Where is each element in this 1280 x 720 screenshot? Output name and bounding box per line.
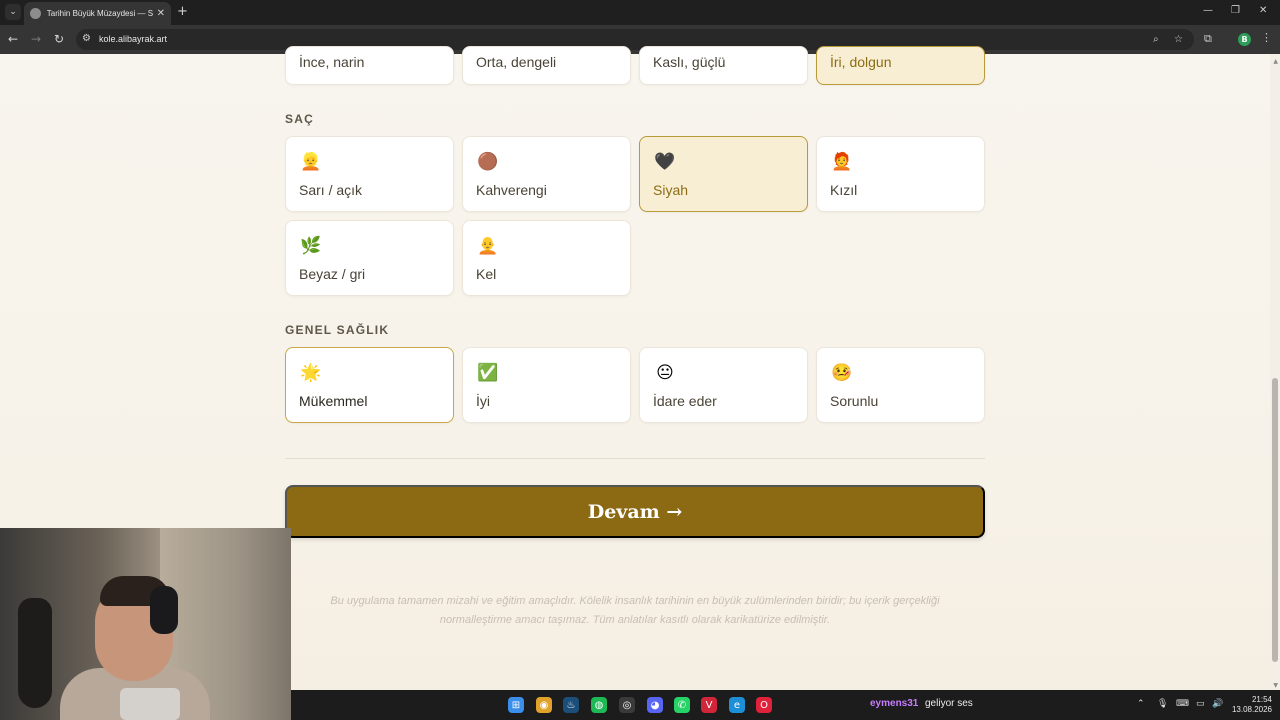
option-label: Sarı / açık [299, 182, 363, 198]
option-label: Orta, dengeli [476, 54, 557, 70]
section-divider [285, 458, 985, 459]
body-option-card[interactable]: Orta, dengeli [462, 46, 631, 85]
guitar-shape [18, 598, 52, 708]
kebab-menu-icon[interactable]: ⋮ [1261, 31, 1272, 44]
speaker-icon[interactable]: 🔊 [1212, 699, 1223, 709]
option-label: Kahverengi [476, 182, 547, 198]
url-text[interactable]: kole.alibayrak.art [99, 34, 167, 44]
section-title-hair: SAÇ [285, 112, 314, 126]
option-label: Siyah [653, 182, 689, 198]
option-label: Beyaz / gri [299, 266, 366, 282]
keyboard-icon[interactable]: ⌨ [1176, 699, 1189, 709]
windows-start-icon[interactable]: ⊞ [508, 697, 524, 713]
webcam-overlay [0, 528, 291, 720]
clock-time: 21:54 [1251, 695, 1272, 704]
valorant-icon[interactable]: V [701, 697, 717, 713]
monitor-icon[interactable]: ▭ [1196, 699, 1205, 709]
tune-icon[interactable]: ⚙ [82, 33, 91, 44]
reload-icon[interactable]: ↻ [54, 32, 64, 46]
tab-list-button[interactable]: ⌄ [5, 4, 21, 20]
browser-tab-bar: ⌄ Tarihin Büyük Müzaydesi — Se... ✕ + — … [0, 0, 1280, 25]
continue-button[interactable]: Devam → [285, 485, 985, 538]
puzzle-icon[interactable]: ⧉ [1204, 32, 1212, 46]
steam-icon[interactable]: ♨ [563, 697, 579, 713]
opera-icon[interactable]: O [756, 697, 772, 713]
health-option-card-selected[interactable]: 🌟 Mükemmel [285, 347, 454, 423]
option-label: Kızıl [830, 182, 858, 198]
obs-icon[interactable]: ◎ [619, 697, 635, 713]
star-glow-icon: 🌟 [300, 362, 322, 383]
profile-avatar[interactable]: B [1238, 33, 1251, 46]
body-option-card[interactable]: Kaslı, güçlü [639, 46, 808, 85]
star-icon[interactable]: ☆ [1174, 34, 1183, 45]
arrow-left-icon[interactable]: ← [8, 32, 18, 46]
hair-option-card[interactable]: 🌿 Beyaz / gri [285, 220, 454, 296]
option-label: İri, dolgun [830, 54, 892, 70]
windows-taskbar [291, 690, 1280, 720]
blond-person-icon: 👱 [300, 151, 322, 172]
body-option-card-selected[interactable]: İri, dolgun [816, 46, 985, 85]
health-option-card[interactable]: 😐 İdare eder [639, 347, 808, 423]
herb-icon: 🌿 [300, 235, 322, 256]
disclaimer-line: normalleştirme amacı taşımaz. Tüm anlatı… [439, 614, 831, 626]
system-clock[interactable]: 21:54 13.08.2026 [1228, 695, 1272, 715]
hair-option-card-selected[interactable]: 🖤 Siyah [639, 136, 808, 212]
option-label: İnce, narin [299, 54, 365, 70]
scroll-up-arrow-icon[interactable]: ▲ [1273, 58, 1278, 65]
chat-username: eymens31 [870, 698, 919, 709]
tab-title: Tarihin Büyük Müzaydesi — Se... [46, 9, 153, 18]
hair-option-card[interactable]: 🧑‍🦰 Kızıl [816, 136, 985, 212]
disclaimer-text: Bu uygulama tamamen mizahi ve eğitim ama… [300, 592, 970, 630]
close-icon[interactable]: ✕ [157, 8, 165, 19]
browser-tab[interactable]: Tarihin Büyük Müzaydesi — Se... ✕ [24, 2, 171, 25]
body-option-card[interactable]: İnce, narin [285, 46, 454, 85]
disclaimer-line: Bu uygulama tamamen mizahi ve eğitim ama… [330, 595, 940, 607]
option-label: Kel [476, 266, 497, 282]
shirt-print [120, 688, 180, 720]
health-option-card[interactable]: ✅ İyi [462, 347, 631, 423]
neutral-face-icon: 😐 [656, 362, 674, 383]
plus-icon[interactable]: + [177, 5, 188, 18]
option-label: İdare eder [653, 393, 717, 409]
zoom-icon[interactable]: ⌕ [1153, 34, 1159, 45]
chevron-up-icon[interactable]: ⌃ [1137, 699, 1145, 709]
scrollbar-thumb[interactable] [1272, 378, 1278, 662]
minimize-icon[interactable]: — [1203, 5, 1213, 16]
option-label: Sorunlu [830, 393, 879, 409]
check-mark-icon: ✅ [477, 362, 499, 383]
red-hair-person-icon: 🧑‍🦰 [831, 151, 853, 172]
sick-face-icon: 🤒 [831, 362, 853, 383]
chevron-down-icon: ⌄ [9, 7, 17, 17]
close-window-icon[interactable]: ✕ [1259, 5, 1267, 16]
health-option-card[interactable]: 🤒 Sorunlu [816, 347, 985, 423]
bald-person-icon: 🧑‍🦲 [477, 235, 499, 256]
option-label: Mükemmel [299, 393, 368, 409]
spotify-icon[interactable]: ◍ [591, 697, 607, 713]
scroll-down-arrow-icon[interactable]: ▼ [1273, 682, 1278, 689]
discord-icon[interactable]: ◕ [647, 697, 663, 713]
edge-icon[interactable]: e [729, 697, 745, 713]
maximize-icon[interactable]: ❐ [1231, 5, 1240, 16]
section-title-health: GENEL SAĞLIK [285, 323, 390, 337]
hair-option-card[interactable]: 👱 Sarı / açık [285, 136, 454, 212]
chrome-icon[interactable]: ◉ [536, 697, 552, 713]
site-favicon [30, 8, 41, 19]
brown-circle-icon: 🟤 [477, 151, 499, 172]
microphone-icon[interactable]: 🎙 [1157, 699, 1168, 709]
option-label: İyi [476, 393, 490, 409]
hair-option-card[interactable]: 🧑‍🦲 Kel [462, 220, 631, 296]
hair-option-card[interactable]: 🟤 Kahverengi [462, 136, 631, 212]
black-heart-icon: 🖤 [654, 151, 676, 172]
whatsapp-icon[interactable]: ✆ [674, 697, 690, 713]
chat-message: geliyor ses [925, 698, 973, 709]
headset-icon [150, 586, 178, 634]
clock-date: 13.08.2026 [1231, 705, 1272, 714]
arrow-right-icon[interactable]: → [31, 32, 41, 46]
address-bar[interactable]: ⚙ kole.alibayrak.art ⌕ ☆ [76, 29, 1194, 50]
option-label: Kaslı, güçlü [653, 54, 726, 70]
